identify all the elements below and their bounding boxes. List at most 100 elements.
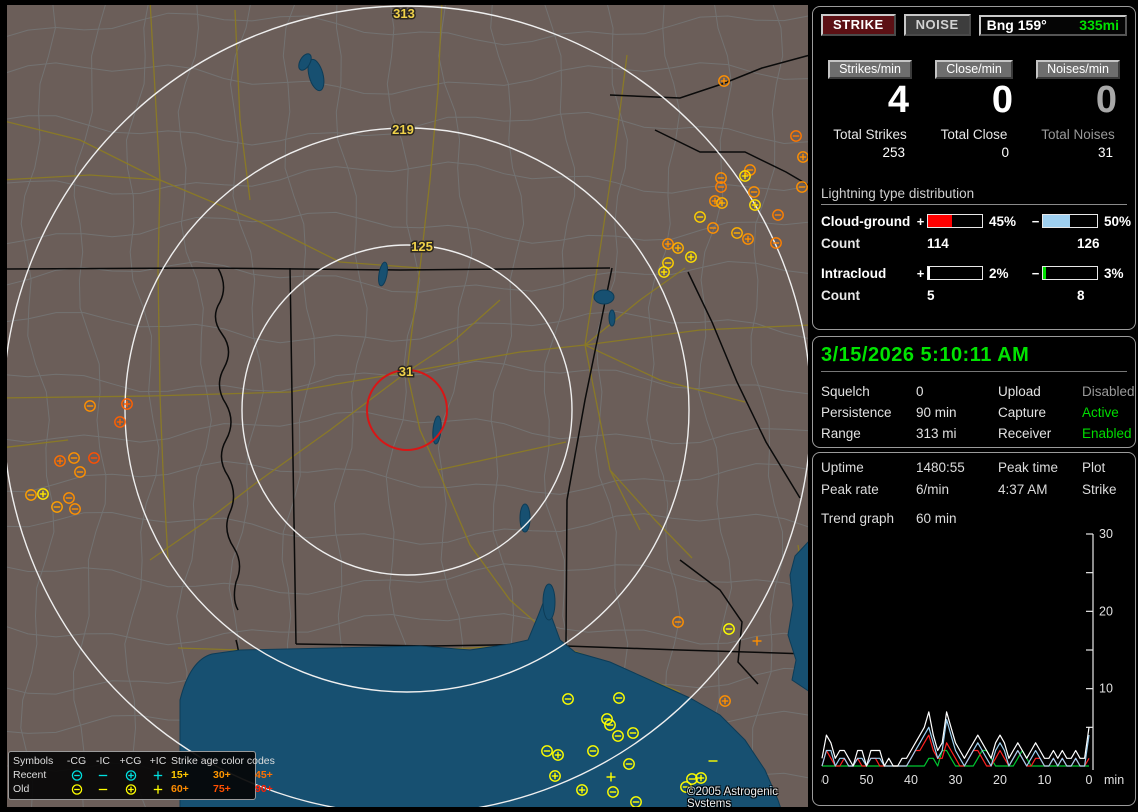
receiver-label: Receiver [998, 426, 1082, 441]
svg-text:30: 30 [1099, 528, 1113, 541]
ic-negative-sign: − [1029, 266, 1042, 281]
legend-symbol-cp-1 [116, 783, 145, 796]
svg-text:60: 60 [821, 773, 829, 787]
squelch-value: 0 [916, 384, 998, 399]
uptime-label: Uptime [821, 460, 916, 475]
legend-age-45plus: 45+ [255, 769, 297, 781]
svg-text:10: 10 [1038, 773, 1052, 787]
receiver-value: Enabled [1082, 426, 1135, 441]
legend-symbol-n-0 [90, 769, 116, 782]
legend-symbol-cn-1 [63, 783, 90, 796]
legend-symbol-cn-0 [63, 769, 90, 782]
svg-text:10: 10 [1099, 682, 1113, 696]
bearing-readout: Bng 159° 335mi [979, 15, 1127, 36]
range-value: 313 mi [916, 426, 998, 441]
ic-negative-count: 8 [1077, 288, 1127, 303]
total-strikes-label: Total Strikes [821, 127, 919, 142]
cg-count-label: Count [821, 236, 927, 251]
noise-mode-button[interactable]: NOISE [904, 14, 971, 36]
peak-rate-label: Peak rate [821, 482, 916, 497]
cloud-ground-count-row: Count 114 126 [821, 236, 1127, 251]
svg-text:20: 20 [1099, 604, 1113, 618]
legend-symbol-p-1 [145, 783, 171, 796]
trend-graph-label: Trend graph [821, 511, 916, 526]
legend-icpos-label: +IC [145, 755, 171, 767]
svg-text:40: 40 [904, 773, 918, 787]
svg-text:313: 313 [393, 6, 415, 21]
trend-graph-window: 60 min [916, 511, 1127, 526]
legend-rows: Recent15+30+45+Old60+75+90+ [13, 768, 251, 796]
cg-negative-sign: − [1029, 214, 1042, 229]
plot-label: Plot [1082, 460, 1127, 475]
legend-row-old: Old60+75+90+ [13, 782, 251, 796]
total-close-label: Total Close [925, 127, 1023, 142]
legend-header-row: Symbols -CG -IC +CG +IC Strike age color… [13, 754, 251, 768]
capture-label: Capture [998, 405, 1082, 420]
intracloud-row: Intracloud + 2% − 3% [821, 266, 1127, 281]
cg-negative-bar [1042, 214, 1098, 228]
legend-age-30plus: 30+ [213, 769, 255, 781]
copyright-text: ©2005 Astrogenic Systems [687, 786, 808, 807]
close-per-min-chip[interactable]: Close/min [935, 60, 1013, 79]
total-noises-value: 31 [1029, 145, 1127, 160]
total-close-value: 0 [925, 145, 1023, 160]
uptime-value: 1480:55 [916, 460, 998, 475]
receiver-status-panel: 3/15/2026 5:10:11 AM Squelch 0 Upload Di… [812, 336, 1136, 448]
noises-per-min-value: 0 [1029, 81, 1127, 121]
noises-per-min-chip[interactable]: Noises/min [1036, 60, 1120, 79]
cg-negative-count: 126 [1077, 236, 1127, 251]
strikes-per-min-column: Strikes/min 4 Total Strikes 253 [821, 60, 919, 160]
map-canvas[interactable]: 313 219 125 31 Symbols -CG -IC +CG +IC Stri… [7, 5, 808, 807]
map-legend: Symbols -CG -IC +CG +IC Strike age color… [8, 751, 256, 800]
strike-stats-panel: STRIKE NOISE Bng 159° 335mi Strikes/min … [812, 6, 1136, 330]
ic-positive-sign: + [914, 266, 927, 281]
map-graphics: 313 219 125 31 [7, 5, 808, 807]
legend-age-15plus: 15+ [171, 769, 213, 781]
cloud-ground-label: Cloud-ground [821, 214, 914, 229]
trend-graph: 1020306050403020100min [821, 528, 1129, 790]
cg-positive-count: 114 [927, 236, 1077, 251]
cg-positive-sign: + [914, 214, 927, 229]
legend-symbol-cp-0 [116, 769, 145, 782]
persistence-value: 90 min [916, 405, 998, 420]
legend-cgpos-label: +CG [116, 755, 145, 767]
svg-text:125: 125 [411, 239, 433, 254]
ic-count-label: Count [821, 288, 927, 303]
datetime-display: 3/15/2026 5:10:11 AM [821, 344, 1127, 372]
close-per-min-value: 0 [925, 81, 1023, 121]
range-label: Range [821, 426, 916, 441]
intracloud-count-row: Count 5 8 [821, 288, 1127, 303]
distribution-title: Lightning type distribution [821, 186, 1127, 205]
svg-text:219: 219 [392, 122, 414, 137]
ic-positive-bar [927, 266, 983, 280]
svg-text:31: 31 [399, 364, 413, 379]
total-strikes-value: 253 [821, 145, 919, 160]
bearing-value: Bng 159° [987, 17, 1047, 33]
ic-positive-count: 5 [927, 288, 1077, 303]
cg-negative-pct: 50% [1098, 214, 1138, 229]
cg-positive-pct: 45% [983, 214, 1029, 229]
svg-text:50: 50 [860, 773, 874, 787]
legend-symbols-label: Symbols [13, 755, 63, 767]
legend-symbol-p-0 [145, 769, 171, 782]
total-noises-label: Total Noises [1029, 127, 1127, 142]
svg-text:0: 0 [1086, 773, 1093, 787]
legend-age-header: Strike age color codes [171, 755, 297, 767]
peak-rate-value: 6/min [916, 482, 998, 497]
bearing-distance: 335mi [1079, 17, 1119, 33]
strikes-per-min-chip[interactable]: Strikes/min [828, 60, 912, 79]
plot-mode-value: Strike [1082, 482, 1127, 497]
peak-time-value: 4:37 AM [998, 482, 1082, 497]
upload-value: Disabled [1082, 384, 1135, 399]
legend-icneg-label: -IC [90, 755, 116, 767]
strike-mode-button[interactable]: STRIKE [821, 14, 896, 36]
close-per-min-column: Close/min 0 Total Close 0 [925, 60, 1023, 160]
strikes-per-min-value: 4 [821, 81, 919, 121]
ic-positive-pct: 2% [983, 266, 1029, 281]
svg-text:30: 30 [949, 773, 963, 787]
peak-time-label: Peak time [998, 460, 1082, 475]
trend-panel: Uptime 1480:55 Peak time Plot Peak rate … [812, 452, 1136, 806]
legend-age-90plus: 90+ [255, 783, 297, 795]
nexstorm-window: 313 219 125 31 Symbols -CG -IC +CG +IC Stri… [0, 0, 1138, 812]
svg-text:20: 20 [993, 773, 1007, 787]
